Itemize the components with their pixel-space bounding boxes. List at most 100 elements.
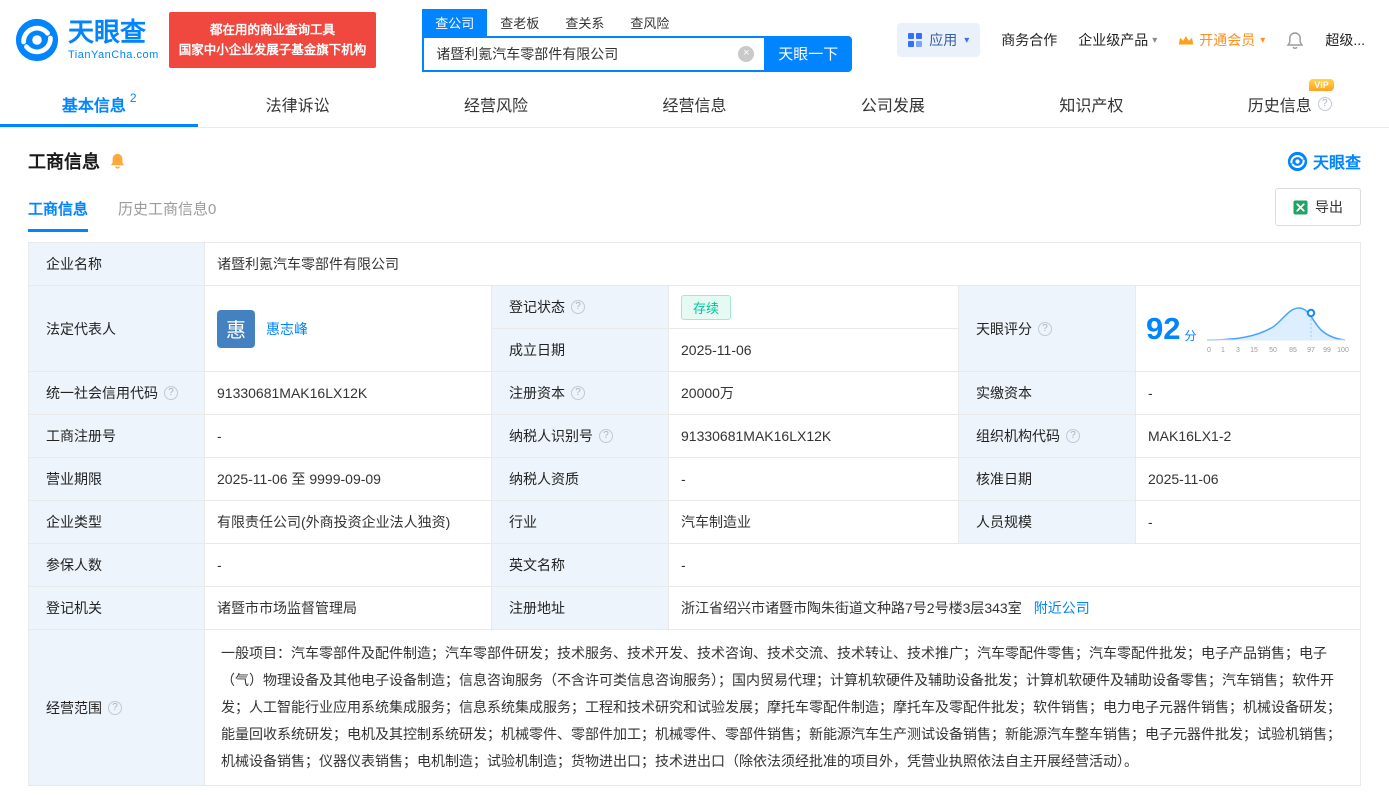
- apps-menu[interactable]: 应用 ▾: [897, 23, 980, 57]
- field-label-reg-authority: 登记机关: [29, 587, 205, 630]
- section-header: 工商信息 天眼查: [0, 128, 1389, 178]
- field-label-business-term: 营业期限: [29, 458, 205, 501]
- field-value-est-date: 2025-11-06: [669, 329, 959, 372]
- subtab-history-business-info[interactable]: 历史工商信息0: [118, 198, 216, 232]
- tab-legal-proceedings[interactable]: 法律诉讼: [198, 80, 396, 127]
- field-label-industry: 行业: [492, 501, 669, 544]
- help-icon[interactable]: ?: [599, 429, 613, 443]
- cooperation-label: 商务合作: [1001, 30, 1057, 50]
- search-tab-boss[interactable]: 查老板: [487, 9, 552, 36]
- bell-icon: [1286, 31, 1304, 50]
- vip-badge: VIP: [1309, 79, 1334, 91]
- field-label-taxpayer-quality: 纳税人资质: [492, 458, 669, 501]
- reg-address-text: 浙江省绍兴市诸暨市陶朱街道文种路7号2号楼3层343室: [681, 598, 1022, 618]
- chevron-down-icon: ▾: [1152, 35, 1157, 46]
- promo-line-2: 国家中小企业发展子基金旗下机构: [179, 40, 367, 60]
- tab-operating-risk[interactable]: 经营风险: [397, 80, 595, 127]
- field-label-reg-number: 工商注册号: [29, 415, 205, 458]
- top-header: 天眼查 TianYanCha.com 都在用的商业查询工具 国家中小企业发展子基…: [0, 0, 1389, 80]
- svg-text:15: 15: [1250, 347, 1258, 354]
- tianyancha-logo-icon: [14, 17, 60, 63]
- help-icon[interactable]: ?: [571, 386, 585, 400]
- svg-text:97: 97: [1307, 347, 1315, 354]
- svg-text:85: 85: [1289, 347, 1297, 354]
- super-vip-label: 超级...: [1325, 30, 1365, 50]
- tab-history-info[interactable]: 历史信息 VIP ?: [1191, 80, 1389, 127]
- tianyancha-logo-icon: [1287, 151, 1308, 172]
- watermark-logo: 天眼查: [1287, 149, 1361, 173]
- apps-label: 应用: [929, 30, 957, 50]
- subscribe-bell-icon[interactable]: [109, 152, 126, 170]
- status-badge: 存续: [681, 295, 731, 320]
- notifications-bell[interactable]: [1286, 31, 1304, 50]
- logo-title: 天眼查: [68, 19, 159, 46]
- tab-label: 基本信息: [62, 92, 126, 116]
- field-value-staff-size: -: [1136, 501, 1361, 544]
- help-icon[interactable]: ?: [1318, 97, 1332, 111]
- field-label-reg-status: 登记状态 ?: [492, 286, 669, 329]
- open-vip-label: 开通会员: [1199, 30, 1255, 50]
- search-tab-risk[interactable]: 查风险: [617, 9, 682, 36]
- menu-cooperation[interactable]: 商务合作: [1001, 30, 1057, 50]
- field-value-industry: 汽车制造业: [669, 501, 959, 544]
- svg-text:0: 0: [1207, 347, 1211, 354]
- legal-rep-name-link[interactable]: 惠志峰: [266, 319, 308, 339]
- subtab-business-info[interactable]: 工商信息: [28, 198, 88, 232]
- tab-operating-info[interactable]: 经营信息: [595, 80, 793, 127]
- tab-basic-info[interactable]: 基本信息 2: [0, 80, 198, 127]
- help-icon[interactable]: ?: [108, 701, 122, 715]
- menu-enterprise[interactable]: 企业级产品 ▾: [1078, 30, 1157, 50]
- field-label-org-code: 组织机构代码 ?: [959, 415, 1136, 458]
- promo-line-1: 都在用的商业查询工具: [179, 20, 367, 40]
- field-label-legal-rep: 法定代表人: [29, 286, 205, 372]
- tab-count-badge: 2: [130, 91, 137, 105]
- score-unit: 分: [1184, 327, 1196, 344]
- legal-rep-avatar[interactable]: 惠: [217, 310, 255, 348]
- clear-search-icon[interactable]: ×: [738, 46, 754, 62]
- field-value-taxpayer-id: 91330681MAK16LX12K: [669, 415, 959, 458]
- export-button[interactable]: 导出: [1275, 188, 1361, 226]
- score-value: 92: [1146, 313, 1180, 344]
- company-nav-tabs: 基本信息 2 法律诉讼 经营风险 经营信息 公司发展 知识产权 历史信息 VIP…: [0, 80, 1389, 128]
- field-value-insured-count: -: [205, 544, 492, 587]
- watermark-text: 天眼查: [1313, 149, 1361, 173]
- search-tab-company[interactable]: 查公司: [422, 9, 487, 36]
- menu-super-vip[interactable]: 超级...: [1325, 30, 1365, 50]
- field-value-legal-rep: 惠 惠志峰: [205, 286, 492, 372]
- field-value-taxpayer-quality: -: [669, 458, 959, 501]
- field-value-reg-capital: 20000万: [669, 372, 959, 415]
- tab-label: 经营风险: [464, 92, 528, 116]
- tianyancha-logo[interactable]: 天眼查 TianYanCha.com: [14, 17, 159, 63]
- enterprise-label: 企业级产品: [1078, 30, 1148, 50]
- tab-label: 知识产权: [1059, 92, 1123, 116]
- logo-domain: TianYanCha.com: [68, 49, 159, 61]
- menu-open-vip[interactable]: 开通会员 ▾: [1178, 30, 1265, 50]
- field-label-staff-size: 人员规模: [959, 501, 1136, 544]
- field-label-insured-count: 参保人数: [29, 544, 205, 587]
- field-label-paid-capital: 实缴资本: [959, 372, 1136, 415]
- field-label-est-date: 成立日期: [492, 329, 669, 372]
- help-icon[interactable]: ?: [164, 386, 178, 400]
- help-icon[interactable]: ?: [1066, 429, 1080, 443]
- help-icon[interactable]: ?: [1038, 322, 1052, 336]
- nearby-companies-link[interactable]: 附近公司: [1034, 598, 1090, 618]
- help-icon[interactable]: ?: [571, 300, 585, 314]
- tab-label: 历史信息: [1248, 98, 1312, 115]
- tab-intellectual-property[interactable]: 知识产权: [992, 80, 1190, 127]
- field-label-credit-code: 统一社会信用代码 ?: [29, 372, 205, 415]
- field-value-org-code: MAK16LX1-2: [1136, 415, 1361, 458]
- field-label-business-scope: 经营范围 ?: [29, 630, 205, 786]
- tab-company-development[interactable]: 公司发展: [794, 80, 992, 127]
- score-curve-chart: 0 1 3 15 50 85 97 99 100: [1201, 300, 1351, 358]
- search-input[interactable]: [422, 36, 764, 72]
- search-button[interactable]: 天眼一下: [764, 36, 852, 72]
- excel-icon: [1293, 200, 1308, 215]
- svg-text:50: 50: [1269, 347, 1277, 354]
- field-label-company-type: 企业类型: [29, 501, 205, 544]
- tab-label: 公司发展: [861, 92, 925, 116]
- search-tab-relation[interactable]: 查关系: [552, 9, 617, 36]
- chevron-down-icon: ▾: [1260, 35, 1265, 46]
- field-value-business-scope: 一般项目：汽车零部件及配件制造；汽车零部件研发；技术服务、技术开发、技术咨询、技…: [205, 630, 1361, 786]
- export-label: 导出: [1315, 197, 1343, 217]
- svg-text:3: 3: [1236, 347, 1240, 354]
